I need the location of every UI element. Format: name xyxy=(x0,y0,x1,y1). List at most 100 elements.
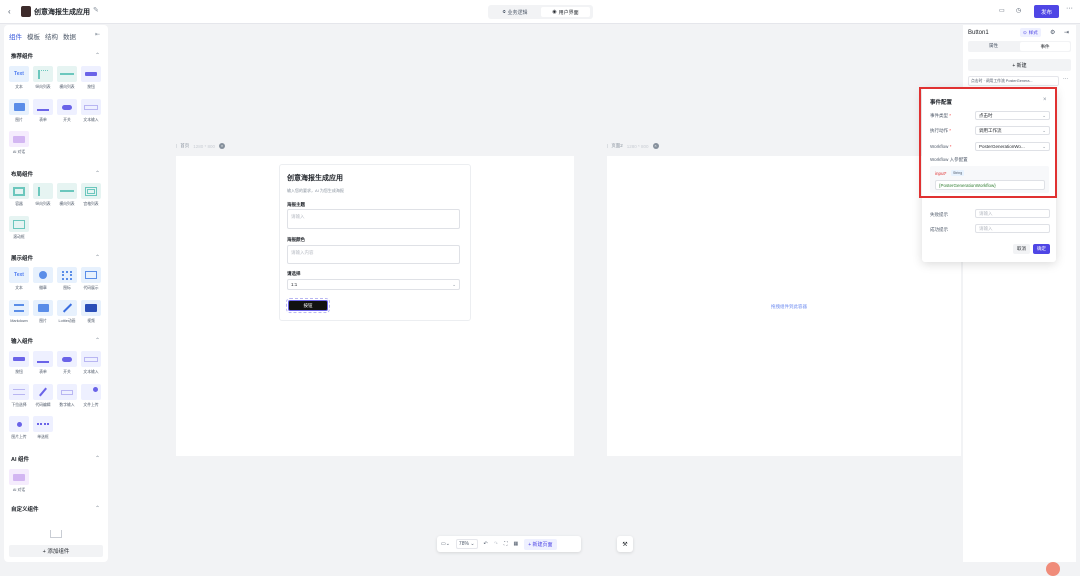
scroll-icon xyxy=(9,216,29,232)
chevron-up-icon[interactable]: ⌃ xyxy=(95,170,100,177)
tab-data[interactable]: 数据 xyxy=(63,34,76,41)
radio-icon xyxy=(33,416,53,432)
tab-templates[interactable]: 模板 xyxy=(27,34,40,41)
section-layout: 布局组件 xyxy=(11,172,34,178)
chevron-up-icon[interactable]: ⌃ xyxy=(95,505,100,512)
component-switch[interactable]: 开关 xyxy=(57,99,77,123)
page1[interactable]: 创意海报生成应用 输入您的要求，AI 为您生成海报 海报主题 请输入 海报颜色 … xyxy=(176,156,574,456)
component-vertical-list[interactable]: 纵向列表 xyxy=(33,66,53,90)
component-grid-list[interactable]: 宫格列表 xyxy=(81,183,101,207)
component-video[interactable]: 视频 xyxy=(81,300,101,324)
switch-icon xyxy=(57,351,77,367)
more-icon[interactable]: ··· xyxy=(1063,76,1068,82)
fail-message-input[interactable]: 请输入 xyxy=(975,209,1050,218)
component-ai-chat[interactable]: AI 对话 xyxy=(9,131,29,155)
chevron-up-icon[interactable]: ⌃ xyxy=(95,254,100,261)
component-icon[interactable]: 图标 xyxy=(57,267,77,291)
add-component-button[interactable]: + 添加组件 xyxy=(9,545,103,557)
row-icon xyxy=(57,183,77,199)
cancel-button[interactable]: 取消 xyxy=(1013,244,1030,254)
zoom-select[interactable]: 78% ⌄ xyxy=(455,539,478,549)
component-text[interactable]: Text 文本 xyxy=(9,66,29,90)
component-image[interactable]: 图片 xyxy=(33,300,53,324)
success-message-input[interactable]: 请输入 xyxy=(975,224,1050,233)
chevron-up-icon[interactable]: ⌃ xyxy=(95,455,100,462)
input-icon xyxy=(81,99,101,115)
eye-icon: ◉ xyxy=(552,9,557,15)
button-icon xyxy=(9,351,29,367)
component-file-upload[interactable]: 文件上传 xyxy=(81,384,101,408)
component-lottie[interactable]: Lottie动画 xyxy=(57,300,77,324)
page1-tag[interactable]: ⁞ 首页 1280 * 800 × xyxy=(176,143,226,149)
component-button[interactable]: 按钮 xyxy=(81,66,101,90)
collapse-icon[interactable]: ⇥ xyxy=(1064,29,1069,36)
highlight-box xyxy=(919,87,1057,198)
new-event-button[interactable]: + 新建 xyxy=(968,59,1071,71)
page2-tag[interactable]: ⁞ 页面2 1280 * 800 × xyxy=(607,143,659,149)
component-switch[interactable]: 开关 xyxy=(57,351,77,375)
collapse-panel-icon[interactable]: ⇤ xyxy=(95,31,100,38)
close-icon[interactable]: × xyxy=(219,143,226,149)
redo-icon[interactable]: ↷ xyxy=(494,541,498,547)
component-button[interactable]: 按钮 xyxy=(9,351,29,375)
component-text-input[interactable]: 文本输入 xyxy=(81,99,101,123)
component-markdown[interactable]: Markdown xyxy=(9,300,29,323)
component-code-editor[interactable]: 代码编辑 xyxy=(33,384,53,408)
device-select-icon[interactable]: ▭⌄ xyxy=(441,541,450,547)
component-container[interactable]: 容器 xyxy=(9,183,29,207)
publish-button[interactable]: 发布 xyxy=(1034,5,1059,18)
component-scroll-box[interactable]: 滚动框 xyxy=(9,216,29,240)
back-icon[interactable]: ‹ xyxy=(8,7,11,16)
tab-events[interactable]: 事件 xyxy=(1020,42,1070,51)
component-image-upload[interactable]: 图片上传 xyxy=(9,416,29,440)
component-text-input[interactable]: 文本输入 xyxy=(81,351,101,375)
field-theme-input[interactable]: 请输入 xyxy=(287,209,460,229)
tab-properties[interactable]: 属性 xyxy=(968,43,1019,49)
panel-tabs: 属性 事件 xyxy=(968,41,1071,52)
component-form[interactable]: 表单 xyxy=(33,99,53,123)
new-page-button[interactable]: + 新建页面 xyxy=(524,538,557,550)
tab-business-logic[interactable]: ⟃ 业务逻辑 xyxy=(491,7,539,17)
device-icon[interactable]: ▭ xyxy=(999,7,1005,14)
field-ratio-select[interactable]: 1:1 ⌄ xyxy=(287,279,460,290)
component-text[interactable]: Text 文本 xyxy=(9,267,29,291)
component-image[interactable]: 图片 xyxy=(9,99,29,123)
field-color-input[interactable]: 请输入内容 xyxy=(287,245,460,264)
switch-icon xyxy=(57,99,77,115)
close-icon[interactable]: × xyxy=(652,143,659,149)
settings-icon[interactable]: ⚙ xyxy=(1050,29,1055,36)
page2[interactable]: 拖拽组件到此容器 xyxy=(607,156,961,456)
tab-structure[interactable]: 结构 xyxy=(45,34,58,41)
more-icon[interactable]: ··· xyxy=(1066,5,1073,12)
container-icon xyxy=(9,183,29,199)
component-vertical-list[interactable]: 纵向列表 xyxy=(33,183,53,207)
confirm-button[interactable]: 确定 xyxy=(1033,244,1050,254)
component-number-input[interactable]: 数字输入 xyxy=(57,384,77,408)
code-icon xyxy=(81,267,101,283)
component-radio[interactable]: 单选框 xyxy=(33,416,53,440)
style-button[interactable]: ⊙ 样式 xyxy=(1020,28,1041,37)
edit-icon[interactable]: ✎ xyxy=(93,6,99,14)
undo-icon[interactable]: ↶ xyxy=(484,541,488,547)
magic-wand-icon[interactable]: ⚒ xyxy=(617,536,633,552)
component-form[interactable]: 表单 xyxy=(33,351,53,375)
fit-screen-icon[interactable]: ⛶ xyxy=(504,541,508,547)
text-thumb: Text xyxy=(9,66,29,82)
event-list-item[interactable]: 点击时 · 调用工作流 PosterGenera... xyxy=(968,76,1059,86)
component-horizontal-list[interactable]: 横向列表 xyxy=(57,183,77,207)
component-badge[interactable]: 徽章 xyxy=(33,267,53,291)
component-code-display[interactable]: 代码展示 xyxy=(81,267,101,291)
grid-icon[interactable]: ▦ xyxy=(513,541,518,547)
history-icon[interactable]: ◷ xyxy=(1016,7,1021,14)
component-horizontal-list[interactable]: 横向列表 xyxy=(57,66,77,90)
submit-button[interactable]: 按钮 xyxy=(286,298,330,313)
avatar[interactable] xyxy=(1046,562,1060,576)
upload-icon xyxy=(81,384,101,400)
tab-components[interactable]: 组件 xyxy=(9,34,22,41)
component-ai-chat[interactable]: AI 对话 xyxy=(9,469,29,493)
component-dropdown[interactable]: 下拉选择 xyxy=(9,384,29,408)
field-theme-label: 海报主题 xyxy=(287,202,305,207)
chevron-up-icon[interactable]: ⌃ xyxy=(95,337,100,344)
tab-user-interface[interactable]: ◉ 用户界面 xyxy=(541,7,590,17)
chevron-up-icon[interactable]: ⌃ xyxy=(95,52,100,59)
